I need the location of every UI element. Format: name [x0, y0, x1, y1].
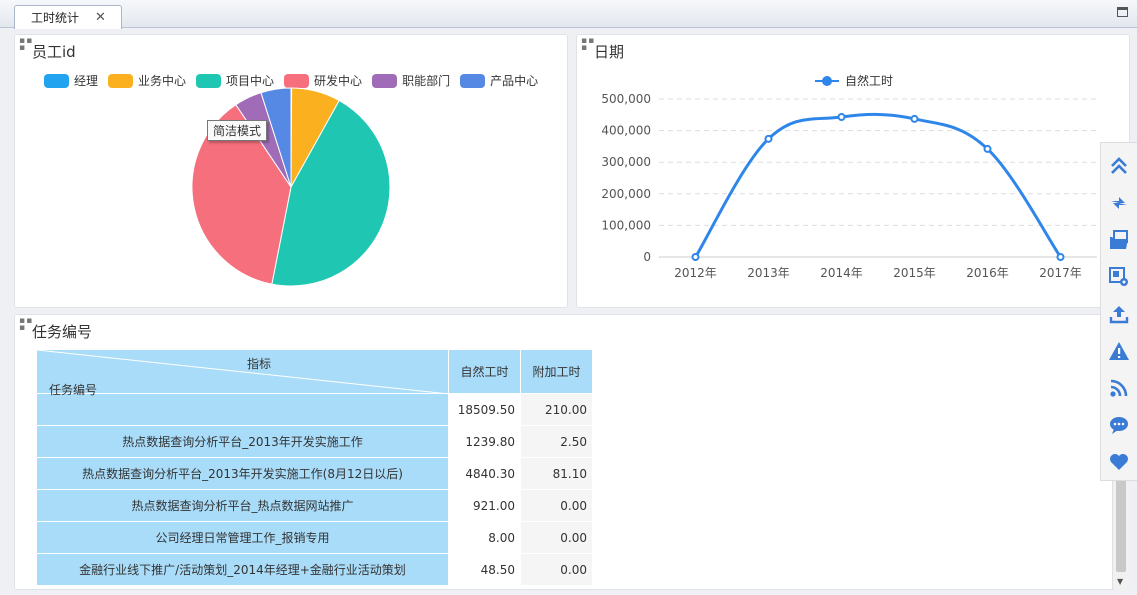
panel-title: 员工id	[32, 43, 76, 61]
task-table-panel: ▪▪ ▪ 任务编号 指标 任务编号 自然工时 附加工时 18509.50 210.0…	[14, 314, 1130, 590]
tab-label: 工时统计	[31, 11, 80, 25]
scroll-down-icon[interactable]: ▼	[1117, 577, 1123, 586]
x-tick-label: 2012年	[674, 266, 717, 280]
task-name-cell: 热点数据查询分析平台_热点数据网站推广	[36, 489, 449, 522]
legend-item[interactable]: 经理	[44, 72, 98, 89]
legend-label: 业务中心	[138, 74, 187, 88]
legend-swatch	[108, 73, 134, 88]
y-tick-label: 400,000	[601, 124, 651, 138]
x-tick-label: 2017年	[1039, 266, 1082, 280]
legend-item[interactable]: 项目中心	[196, 72, 274, 89]
x-tick-label: 2015年	[893, 266, 936, 280]
corner-top-label: 指标	[247, 357, 272, 371]
employee-chart-panel: ▪▪ ▪ 员工id 经理 业务中心 项目中心 研发中心 职能部门 产品中心 简洁模式	[14, 34, 568, 308]
natural-hours-cell: 18509.50	[448, 393, 521, 426]
table-corner-header: 指标 任务编号	[36, 349, 449, 397]
task-name-cell	[36, 393, 449, 426]
pie-legend: 经理 业务中心 项目中心 研发中心 职能部门 产品中心	[44, 72, 538, 89]
maximize-icon[interactable]	[1117, 7, 1128, 17]
natural-hours-cell: 48.50	[448, 553, 521, 586]
x-tick-label: 2016年	[966, 266, 1009, 280]
refresh-icon[interactable]	[1104, 184, 1134, 221]
natural-hours-cell: 921.00	[448, 489, 521, 522]
natural-hours-cell: 4840.30	[448, 457, 521, 490]
y-tick-label: 300,000	[601, 155, 651, 169]
legend-label: 经理	[74, 74, 99, 88]
upload-icon[interactable]	[1104, 295, 1134, 332]
legend-swatch	[372, 73, 398, 88]
task-name-cell: 金融行业线下推广/活动策划_2014年经理+金融行业活动策划	[36, 553, 449, 586]
date-chart-panel: ▪▪ ▪ 日期 自然工时 0 100,000 200,000 300,000 400,00…	[576, 34, 1130, 308]
legend-swatch	[196, 73, 222, 88]
extra-hours-cell: 2.50	[520, 425, 593, 458]
y-tick-label: 200,000	[601, 187, 651, 201]
extra-hours-cell: 0.00	[520, 553, 593, 586]
y-tick-label: 500,000	[601, 92, 651, 106]
legend-label: 产品中心	[490, 74, 539, 88]
task-name-cell: 公司经理日常管理工作_报销专用	[36, 521, 449, 554]
extra-hours-cell: 81.10	[520, 457, 593, 490]
legend-swatch	[460, 73, 486, 88]
corner-bottom-label: 任务编号	[49, 383, 98, 397]
extra-hours-cell: 0.00	[520, 489, 593, 522]
tab-bar: 工时统计 ✕	[0, 0, 1137, 29]
chat-icon[interactable]	[1104, 406, 1134, 443]
natural-hours-cell: 8.00	[448, 521, 521, 554]
side-toolbar	[1100, 142, 1137, 481]
task-name-cell: 热点数据查询分析平台_2013年开发实施工作(8月12日以后)	[36, 457, 449, 490]
legend-item[interactable]: 产品中心	[460, 72, 538, 89]
series-line	[694, 112, 1062, 258]
table-row[interactable]: 热点数据查询分析平台_2013年开发实施工作 1239.80 2.50	[36, 425, 593, 458]
extra-hours-cell: 0.00	[520, 521, 593, 554]
legend-item[interactable]: 职能部门	[372, 72, 450, 89]
legend-label: 职能部门	[402, 74, 451, 88]
data-point[interactable]	[910, 114, 919, 123]
data-point[interactable]	[983, 144, 992, 153]
column-header-natural[interactable]: 自然工时	[448, 349, 521, 394]
task-name-cell: 热点数据查询分析平台_2013年开发实施工作	[36, 425, 449, 458]
data-point[interactable]	[764, 134, 773, 143]
close-icon[interactable]: ✕	[95, 10, 106, 25]
pie-slice[interactable]	[290, 87, 293, 188]
rss-icon[interactable]	[1104, 369, 1134, 406]
warning-icon[interactable]	[1104, 332, 1134, 369]
table-row[interactable]: 公司经理日常管理工作_报销专用 8.00 0.00	[36, 521, 593, 554]
pie-slice[interactable]	[271, 99, 391, 287]
data-point[interactable]	[691, 253, 700, 261]
natural-hours-cell: 1239.80	[448, 425, 521, 458]
table-row[interactable]: 金融行业线下推广/活动策划_2014年经理+金融行业活动策划 48.50 0.00	[36, 553, 593, 586]
x-tick-label: 2013年	[747, 266, 790, 280]
legend-swatch	[284, 73, 310, 88]
data-point[interactable]	[837, 113, 846, 122]
x-tick-label: 2014年	[820, 266, 863, 280]
legend-label: 研发中心	[314, 74, 363, 88]
legend-label: 项目中心	[226, 74, 275, 88]
legend-swatch	[44, 73, 69, 88]
table-row[interactable]: 热点数据查询分析平台_2013年开发实施工作(8月12日以后) 4840.30 81…	[36, 457, 593, 490]
extra-hours-cell: 210.00	[520, 393, 593, 426]
task-table: 指标 任务编号 自然工时 附加工时 18509.50 210.00 热点数据查询分析…	[36, 349, 593, 586]
folder-image-icon[interactable]	[1104, 221, 1134, 258]
legend-item[interactable]: 业务中心	[108, 72, 186, 89]
tab-workhour-stats[interactable]: 工时统计 ✕	[14, 5, 122, 29]
line-chart: 0 100,000 200,000 300,000 400,000 500,000 2012…	[601, 92, 1097, 280]
tooltip: 简洁模式	[207, 120, 268, 141]
pie-slice[interactable]	[290, 87, 340, 188]
table-row[interactable]: 18509.50 210.00	[36, 393, 593, 426]
table-row[interactable]: 热点数据查询分析平台_热点数据网站推广 921.00 0.00	[36, 489, 593, 522]
collapse-up-icon[interactable]	[1104, 147, 1134, 184]
panel-title: 任务编号	[32, 323, 93, 341]
legend-item[interactable]: 研发中心	[284, 72, 362, 89]
y-tick-label: 0	[643, 250, 651, 264]
column-header-extra[interactable]: 附加工时	[520, 349, 593, 394]
y-tick-label: 100,000	[601, 218, 651, 232]
image-settings-icon[interactable]	[1104, 258, 1134, 295]
heart-icon[interactable]	[1104, 443, 1134, 480]
data-point[interactable]	[1056, 253, 1065, 261]
